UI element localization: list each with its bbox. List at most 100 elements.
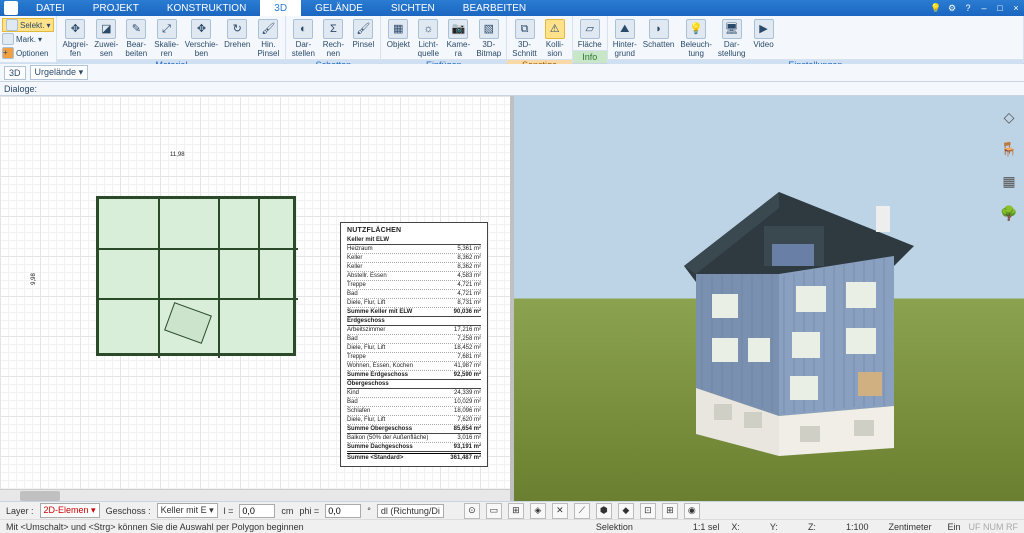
tool-icon[interactable]: ⊡ <box>640 503 656 519</box>
ribbon-group-sonstige: ⧉3D-Schnitt⚠Kolli-sion Sonstige <box>507 16 572 63</box>
floor-select[interactable]: Keller mit E ▾ <box>157 503 218 518</box>
status-numlock: UF NUM RF <box>969 522 1019 532</box>
floor-label: Geschoss : <box>106 506 151 516</box>
close-icon[interactable]: × <box>1008 1 1024 15</box>
tool-icon[interactable]: ⊞ <box>508 503 524 519</box>
menu-tab-gelaende[interactable]: GELÄNDE <box>301 0 377 16</box>
ribbon-assign-button[interactable]: ◪Zuwei-sen <box>91 18 121 59</box>
app-icon <box>4 1 18 15</box>
menu-tab-bearbeiten[interactable]: BEARBEITEN <box>449 0 540 16</box>
bg-icon: ⛰ <box>615 19 635 39</box>
tool-icon[interactable]: ⬢ <box>596 503 612 519</box>
tool-icon[interactable]: ⟋ <box>574 503 590 519</box>
dialogs-bar: Dialoge: <box>0 82 1024 96</box>
question-icon[interactable]: ? <box>960 1 976 15</box>
ribbon-collision-button[interactable]: ⚠Kolli-sion <box>540 18 570 59</box>
status-ein: Ein <box>947 522 960 532</box>
ribbon-group-auswahl: Selekt.▾ Mark.▾ +Optionen Auswahl <box>0 16 57 63</box>
palette-icon[interactable]: ▦ <box>998 170 1020 192</box>
ribbon-brush-button[interactable]: 🖌Hin.Pinsel <box>253 18 283 59</box>
ribbon-group-material: ✥Abgrei-fen◪Zuwei-sen✎Bear-beiten⤢Skalie… <box>57 16 286 63</box>
ribbon-pick-button[interactable]: ✥Abgrei-fen <box>59 18 91 59</box>
ribbon-mark[interactable]: Mark.▾ <box>2 32 54 46</box>
length-unit: cm <box>281 506 293 516</box>
floorplan[interactable] <box>96 196 296 356</box>
plus-icon: + <box>2 47 14 59</box>
scroll-thumb[interactable] <box>20 491 60 501</box>
ribbon-section-button[interactable]: ⧉3D-Schnitt <box>509 18 539 59</box>
ribbon-object-button[interactable]: ▦Objekt <box>383 18 413 50</box>
layers-icon[interactable]: ◇ <box>998 106 1020 128</box>
layer-select[interactable]: 2D-Elemen ▾ <box>40 503 100 518</box>
ribbon-edit-button[interactable]: ✎Bear-beiten <box>121 18 151 59</box>
tool-icon[interactable]: ⊞ <box>662 503 678 519</box>
brush-icon: 🖌 <box>353 19 373 39</box>
ribbon-scale-button[interactable]: ⤢Skalie-ren <box>151 18 181 59</box>
tool-icon[interactable]: ◆ <box>618 503 634 519</box>
tree-icon[interactable]: 🌳 <box>998 202 1020 224</box>
terrain-select[interactable]: Urgelände ▾ <box>30 65 89 80</box>
paint-icon: ◐ <box>293 19 313 39</box>
settings-icon[interactable]: ⚙ <box>944 1 960 15</box>
ribbon-display-button[interactable]: 🖥Dar-stellung <box>715 18 749 59</box>
ribbon-rotate-button[interactable]: ↻Drehen <box>221 18 253 50</box>
schedule-total-value: 361,487 m² <box>450 455 481 462</box>
help-icon[interactable]: 💡 <box>928 1 944 15</box>
camera-icon: 📷 <box>448 19 468 39</box>
status-hint: Mit <Umschalt> und <Strg> können Sie die… <box>6 522 304 532</box>
brush-icon: 🖌 <box>258 19 278 39</box>
ribbon-group-schatten: ◐Dar-stellenΣRech-nen🖌Pinsel Schatten <box>286 16 381 63</box>
ribbon-bg-button[interactable]: ⛰Hinter-grund <box>610 18 640 59</box>
furniture-icon[interactable]: 🪑 <box>998 138 1020 160</box>
ribbon-shadow-button[interactable]: ◗Schatten <box>640 18 678 50</box>
ribbon-bitmap-button[interactable]: ▧3D-Bitmap <box>473 18 504 59</box>
menu-tab-projekt[interactable]: PROJEKT <box>79 0 153 16</box>
section-icon: ⧉ <box>515 19 535 39</box>
ribbon-selekt[interactable]: Selekt.▾ <box>2 18 54 32</box>
dim-label: 11,98 <box>170 152 185 158</box>
menu-tab-datei[interactable]: DATEI <box>22 0 79 16</box>
dialogs-label: Dialoge: <box>4 84 37 94</box>
menu-tab-sichten[interactable]: SICHTEN <box>377 0 449 16</box>
ribbon-optionen-label: Optionen <box>16 49 48 58</box>
scrollbar-horizontal[interactable] <box>0 489 510 501</box>
mark-icon <box>2 33 14 45</box>
ribbon-video-button[interactable]: ▶Video <box>749 18 779 50</box>
light-icon: ☼ <box>418 19 438 39</box>
ribbon-camera-button[interactable]: 📷Kame-ra <box>443 18 473 59</box>
bitmap-icon: ▧ <box>479 19 499 39</box>
angle-input[interactable] <box>325 504 361 518</box>
ribbon-optionen[interactable]: +Optionen <box>2 46 54 60</box>
menu-tab-konstruktion[interactable]: KONSTRUKTION <box>153 0 260 16</box>
ribbon-move-button[interactable]: ✥Verschie-ben <box>182 18 221 59</box>
tool-icon[interactable]: ◉ <box>684 503 700 519</box>
scale-icon: ⤢ <box>157 19 177 39</box>
ribbon-light-button[interactable]: ☼Licht-quelle <box>413 18 443 59</box>
tool-icon[interactable]: ⊙ <box>464 503 480 519</box>
ribbon-selekt-label: Selekt. <box>20 21 44 30</box>
shadow-icon: ◗ <box>649 19 669 39</box>
view-mode-select[interactable]: 3D <box>4 66 26 80</box>
object-icon: ▦ <box>388 19 408 39</box>
ribbon-paint-button[interactable]: ◐Dar-stellen <box>288 18 318 59</box>
tool-icon[interactable]: ▭ <box>486 503 502 519</box>
tool-icon[interactable]: ✕ <box>552 503 568 519</box>
3d-viewport[interactable]: ◇ 🪑 ▦ 🌳 <box>514 96 1024 501</box>
maximize-icon[interactable]: □ <box>992 1 1008 15</box>
2d-viewport[interactable]: 11,98 9,98 NUTZFLÄCHEN Keller mit ELWHei… <box>0 96 514 501</box>
tool-icon[interactable]: ◈ <box>530 503 546 519</box>
ribbon-light2-button[interactable]: 💡Beleuch-tung <box>677 18 715 59</box>
ribbon-group-info: ▱Fläche Info <box>573 16 608 63</box>
ribbon-brush-button[interactable]: 🖌Pinsel <box>348 18 378 50</box>
status-y: Y: <box>770 522 778 532</box>
length-input[interactable] <box>239 504 275 518</box>
direction-select[interactable]: dl (Richtung/Di <box>377 504 444 518</box>
status-toolbar: Layer : 2D-Elemen ▾ Geschoss : Keller mi… <box>0 501 1024 519</box>
ribbon-area-button[interactable]: ▱Fläche <box>575 18 605 50</box>
ribbon-calc-button[interactable]: ΣRech-nen <box>318 18 348 59</box>
cursor-icon <box>6 19 18 31</box>
menu-tab-3d[interactable]: 3D <box>260 0 301 16</box>
calc-icon: Σ <box>323 19 343 39</box>
status-zoom: 1:100 <box>846 522 869 532</box>
minimize-icon[interactable]: – <box>976 1 992 15</box>
